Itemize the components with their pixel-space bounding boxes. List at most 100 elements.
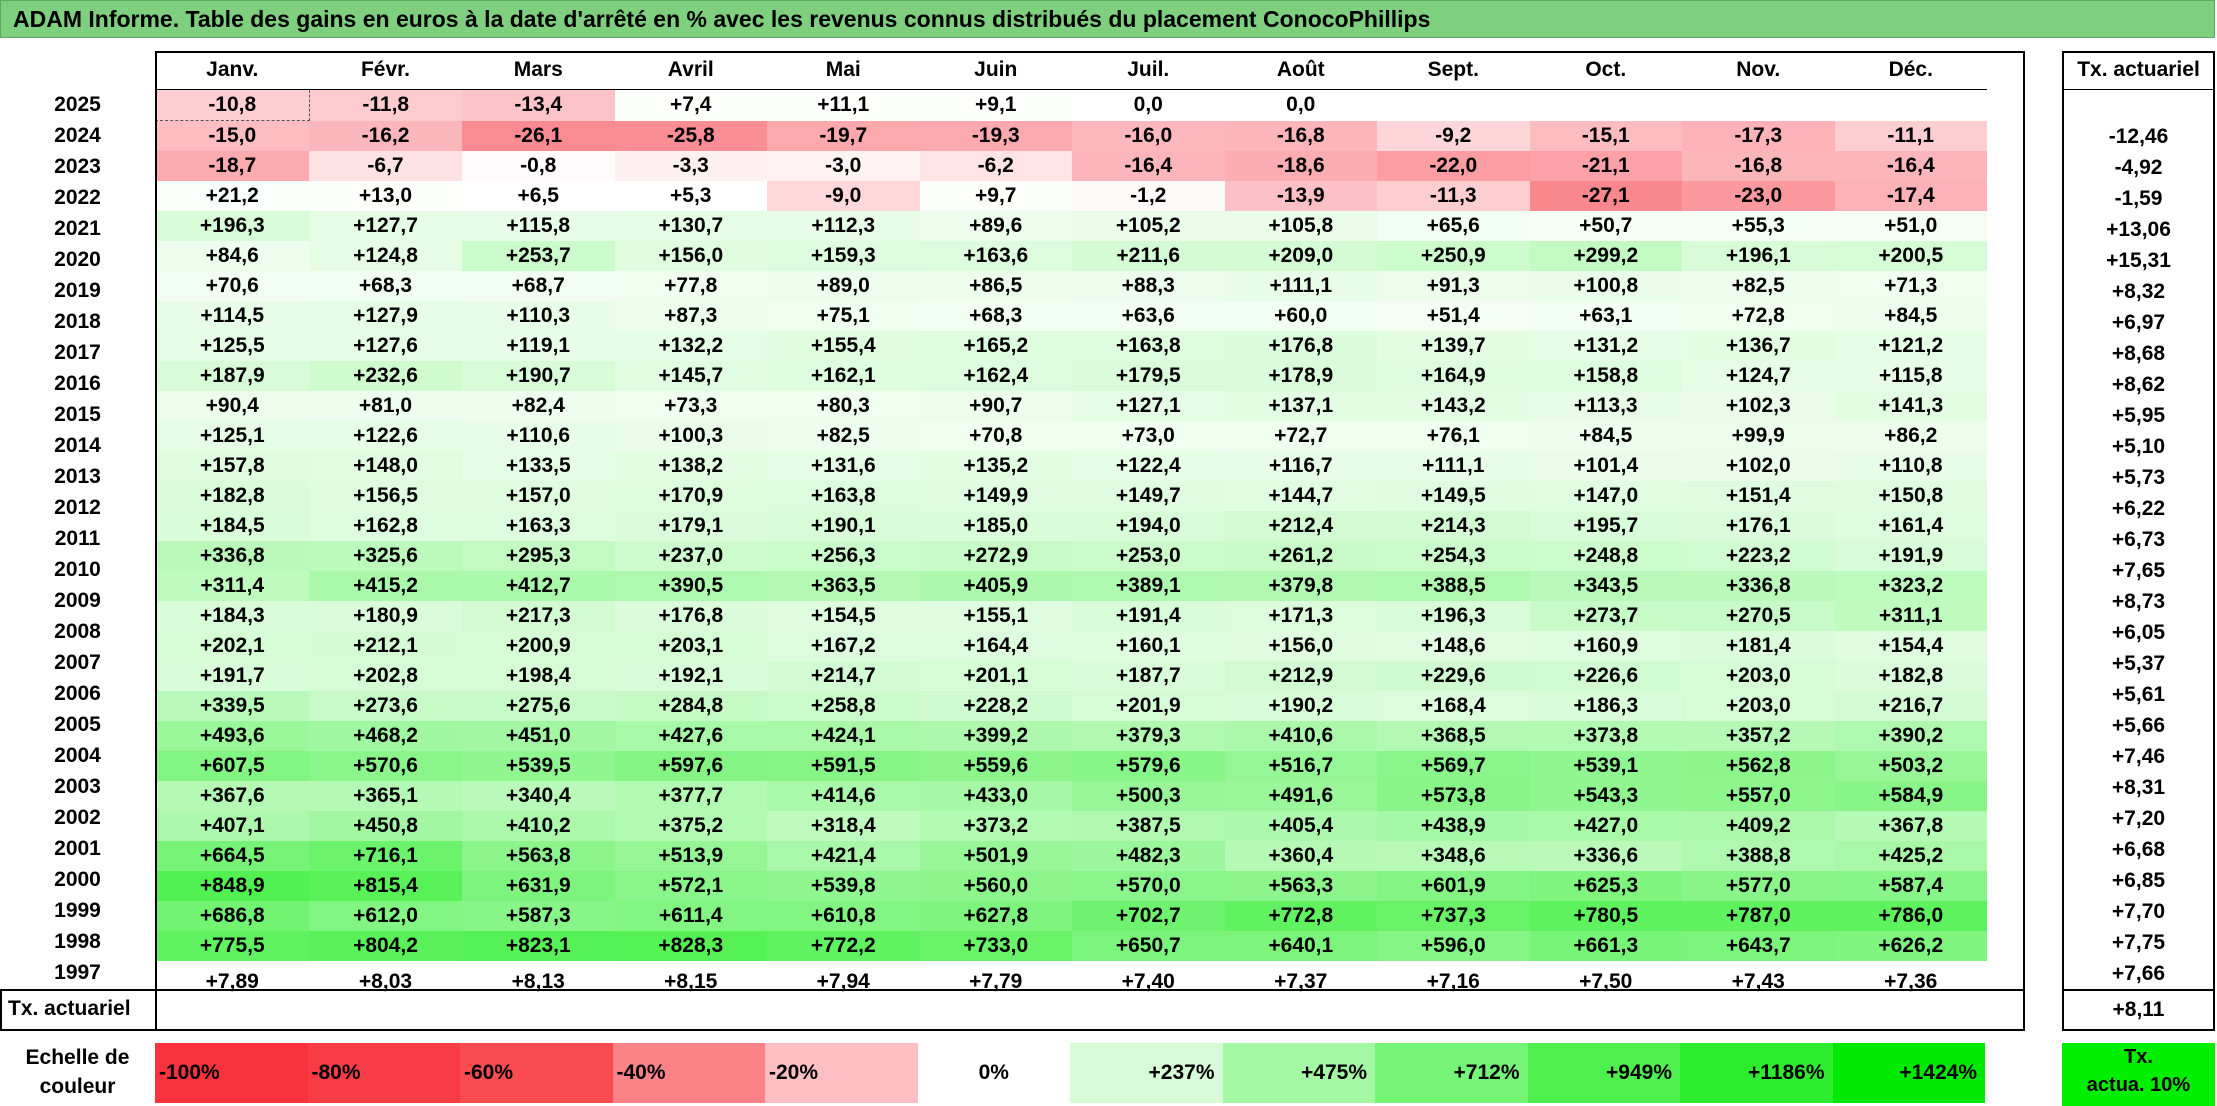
gain-cell: +91,3 <box>1377 271 1530 301</box>
actuarial-value: +6,22 <box>2111 497 2166 520</box>
month-header: Avril <box>614 51 767 90</box>
gain-cell: +125,5 <box>155 331 309 361</box>
month-header: Août <box>1224 51 1377 90</box>
gain-cell: +343,5 <box>1529 571 1682 601</box>
gain-cell: +124,8 <box>309 241 462 271</box>
gain-cell: +299,2 <box>1529 241 1682 271</box>
gain-cell: +182,8 <box>155 481 309 511</box>
gain-cell: +184,5 <box>155 511 309 541</box>
gain-cell: +122,6 <box>309 421 462 451</box>
gain-cell: +560,0 <box>919 871 1072 901</box>
gain-cell: +137,1 <box>1224 391 1377 421</box>
gain-cell: +570,0 <box>1072 871 1225 901</box>
month-header: Oct. <box>1529 51 1682 90</box>
actuarial-value: +13,06 <box>2106 218 2171 241</box>
gain-cell: +248,8 <box>1529 541 1682 571</box>
gain-cell: +357,2 <box>1682 721 1835 751</box>
tx-row-label: Tx. actuariel <box>8 997 131 1020</box>
gain-cell: +90,7 <box>919 391 1072 421</box>
gain-cell: +539,1 <box>1529 751 1682 781</box>
color-scale-swatch: -60% <box>460 1043 613 1103</box>
gain-cell: +399,2 <box>919 721 1072 751</box>
table-row: +157,8 +148,0 +133,5 +138,2 +131,6 +135,2 +122… <box>155 451 1987 481</box>
gain-cell: +84,5 <box>1529 421 1682 451</box>
color-scale-swatch: 0% <box>917 1043 1070 1103</box>
gain-cell: +273,6 <box>309 691 462 721</box>
gain-cell: +155,1 <box>919 601 1072 631</box>
gain-cell: +611,4 <box>614 901 767 931</box>
gain-cell: +110,8 <box>1834 451 1987 481</box>
actuarial-value: +8,62 <box>2111 373 2166 396</box>
year-label: 2019 <box>54 279 101 302</box>
year-label: 1997 <box>54 961 101 984</box>
actuarial-total: +8,11 <box>2112 998 2165 1021</box>
gain-cell: +367,8 <box>1834 811 1987 841</box>
gain-cell: +379,3 <box>1072 721 1225 751</box>
gain-cell: +180,9 <box>309 601 462 631</box>
gain-cell: +155,4 <box>767 331 920 361</box>
gain-cell: +50,7 <box>1529 211 1682 241</box>
gain-cell: +159,3 <box>767 241 920 271</box>
year-label: 2015 <box>54 403 101 426</box>
gain-cell: +5,3 <box>614 181 767 211</box>
gain-cell: +295,3 <box>462 541 615 571</box>
gain-cell: +217,3 <box>462 601 615 631</box>
gain-cell: +89,0 <box>767 271 920 301</box>
gain-cell: +9,7 <box>919 181 1072 211</box>
gain-cell: +577,0 <box>1682 871 1835 901</box>
gain-cell: +223,2 <box>1682 541 1835 571</box>
tx-row: +7,89 +8,03 +8,13 +8,15 +7,94 +7,79 +7,40 +7,37… <box>156 961 1988 1002</box>
actuarial-value: +5,73 <box>2111 466 2166 489</box>
gain-cell: -16,4 <box>1834 151 1987 181</box>
table-row: +664,5 +716,1 +563,8 +513,9 +421,4 +501,9 +482… <box>155 841 1987 871</box>
month-header: Juin <box>919 51 1072 90</box>
gain-cell: -19,3 <box>919 120 1072 151</box>
gain-cell: +202,1 <box>155 631 309 661</box>
gain-cell: +786,0 <box>1834 901 1987 931</box>
gain-cell: +363,5 <box>767 571 920 601</box>
gain-cell: -11,8 <box>309 89 462 121</box>
gain-cell: -6,7 <box>309 151 462 181</box>
tx-row-value: +7,50 <box>1579 969 1633 993</box>
gain-cell: +113,3 <box>1529 391 1682 421</box>
gain-cell: +101,4 <box>1529 451 1682 481</box>
gain-cell: +141,3 <box>1834 391 1987 421</box>
gain-cell: +661,3 <box>1529 931 1682 961</box>
gain-cell: +179,5 <box>1072 361 1225 391</box>
gain-cell: -22,0 <box>1377 151 1530 181</box>
gain-cell: +196,1 <box>1682 241 1835 271</box>
gain-cell: +187,7 <box>1072 661 1225 691</box>
year-label: 2014 <box>54 434 101 457</box>
gain-cell: +733,0 <box>919 931 1072 961</box>
table-row: +493,6 +468,2 +451,0 +427,6 +424,1 +399,2 +379… <box>155 721 1987 751</box>
gain-cell: +539,5 <box>462 751 615 781</box>
gain-cell: +127,6 <box>309 331 462 361</box>
gain-cell: +7,4 <box>614 89 767 121</box>
year-label: 2009 <box>54 589 101 612</box>
year-label: 1998 <box>54 930 101 953</box>
color-scale-actuarial: Tx. actua. 10% <box>2062 1043 2215 1106</box>
table-row: +125,1 +122,6 +110,6 +100,3 +82,5 +70,8 +73,0 +… <box>155 421 1987 451</box>
gain-cell: +284,8 <box>614 691 767 721</box>
gain-cell: +562,8 <box>1682 751 1835 781</box>
gain-cell: -25,8 <box>614 120 767 151</box>
gain-cell: +336,8 <box>155 541 309 571</box>
year-column: 2025 2024 2023 2022 2021 2020 2019 2018 2017 2016… <box>0 89 155 1029</box>
gain-cell: +171,3 <box>1224 601 1377 631</box>
gain-cell: +89,6 <box>919 211 1072 241</box>
gain-cell: +100,3 <box>614 421 767 451</box>
gain-cell: +127,1 <box>1072 391 1225 421</box>
gain-cell: -6,2 <box>919 151 1072 181</box>
gain-cell: +186,3 <box>1529 691 1682 721</box>
gain-cell: +643,7 <box>1682 931 1835 961</box>
year-label: 2017 <box>54 341 101 364</box>
gain-cell: +139,7 <box>1377 331 1530 361</box>
gain-cell: +75,1 <box>767 301 920 331</box>
gain-cell: +149,9 <box>919 481 1072 511</box>
gain-cell: +86,5 <box>919 271 1072 301</box>
gain-cell: +127,9 <box>309 301 462 331</box>
gain-cell: +191,9 <box>1834 541 1987 571</box>
gain-cell: -9,2 <box>1377 120 1530 151</box>
gain-cell: +81,0 <box>309 391 462 421</box>
gain-cell: +587,4 <box>1834 871 1987 901</box>
